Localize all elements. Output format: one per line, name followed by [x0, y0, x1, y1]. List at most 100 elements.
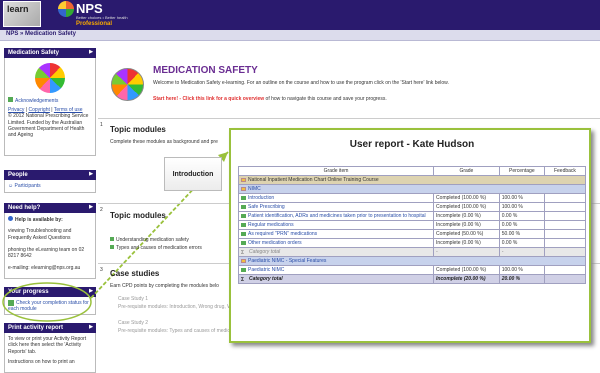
module-link[interactable]: Understanding medication safety [110, 237, 189, 243]
start-link-text: Start here! - Click this link for a quic… [153, 96, 265, 102]
activity-icon [241, 195, 246, 200]
category-cell: Paediatric NIMC - Special Features [238, 256, 586, 266]
module-link-label: Types and causes of medication errors [116, 245, 202, 251]
sigma-icon: Σ [241, 276, 245, 283]
activity-icon [241, 213, 246, 218]
percentage-cell: 20.00 % [498, 274, 545, 284]
module-link-label: Understanding medication safety [116, 237, 189, 243]
section-number: 3 [100, 267, 103, 273]
grade-item-link[interactable]: Introduction [237, 193, 435, 203]
activity-icon [241, 222, 246, 227]
grade-item-label: Safe Prescribing [248, 204, 285, 210]
grade-item-label: Patient identification, ADRs and medicin… [248, 213, 426, 219]
activity-icon [241, 240, 246, 245]
category-total-row: Σ Category total - - [237, 247, 587, 257]
grade-cell: Completed (100.00 %) [433, 193, 500, 203]
category-row: NIMC [238, 184, 586, 194]
grade-item-link[interactable]: Regular medications [237, 220, 435, 230]
table-row: Patient identification, ADRs and medicin… [237, 211, 587, 221]
feedback-cell [543, 202, 587, 212]
highlight-ellipse [2, 282, 92, 322]
table-row: As required "PRN" medications Completed (… [237, 229, 587, 239]
module-icon [110, 245, 114, 249]
category-label: Paediatric NIMC - Special Features [248, 258, 327, 264]
start-rest-text: of how to navigate this course and save … [265, 96, 387, 102]
section-text: Earn CPD points by completing the module… [110, 283, 219, 289]
intro-text: Welcome to Medication Safety e-learning.… [153, 80, 449, 86]
table-row: Other medication orders Incomplete (0.00 … [237, 238, 587, 248]
percentage-cell: 0.00 % [498, 238, 545, 248]
case-study-prereq: Pre-requisite modules: Introduction, Wro… [118, 304, 234, 310]
grade-item-label: Regular medications [248, 222, 294, 228]
activity-icon [241, 267, 246, 272]
percentage-cell: - [498, 247, 545, 257]
feedback-cell [543, 238, 587, 248]
total-label: Category total [249, 276, 283, 282]
course-globe-icon [111, 68, 144, 101]
grade-item-link[interactable]: Patient identification, ADRs and medicin… [237, 211, 435, 221]
percentage-cell: 100.00 % [498, 265, 545, 275]
grade-cell: Incomplete (20.00 %) [433, 274, 500, 284]
table-row: Paediatric NIMC Completed (100.00 %) 100.0… [237, 265, 587, 275]
grade-cell: - [433, 247, 500, 257]
table-header-row: Grade item Grade Percentage Feedback [237, 166, 587, 176]
report-title: User report - Kate Hudson [349, 139, 475, 150]
percentage-cell: 100.00 % [498, 202, 545, 212]
percentage-cell: 100.00 % [498, 193, 545, 203]
grade-item-link[interactable]: Other medication orders [237, 238, 435, 248]
start-here-link[interactable]: Start here! - Click this link for a quic… [153, 96, 387, 102]
module-icon [110, 237, 114, 241]
table-row: Introduction Completed (100.00 %) 100.00 % [237, 193, 587, 203]
col-header-percentage: Percentage [498, 166, 545, 176]
grade-table: Grade item Grade Percentage Feedback Nat… [237, 166, 587, 284]
grade-item-label: Other medication orders [248, 240, 302, 246]
grade-item-label: Paediatric NIMC [248, 267, 285, 273]
introduction-module-button[interactable]: Introduction [164, 157, 222, 191]
module-link[interactable]: Types and causes of medication errors [110, 245, 202, 251]
grade-item-link[interactable]: Paediatric NIMC [237, 265, 435, 275]
col-header-feedback: Feedback [543, 166, 587, 176]
total-label: Category total [249, 249, 281, 255]
grade-cell: Completed (50.00 %) [433, 229, 500, 239]
section-number: 2 [100, 207, 103, 213]
total-label-cell: Σ Category total [237, 247, 435, 257]
col-header-grade: Grade [433, 166, 500, 176]
page-title: MEDICATION SAFETY [153, 65, 258, 76]
col-header-grade-item: Grade item [237, 166, 435, 176]
category-label: NIMC [248, 186, 261, 192]
category-row: Paediatric NIMC - Special Features [238, 256, 586, 266]
case-study-link[interactable]: Case Study 2 [118, 320, 148, 326]
grade-cell: Completed (100.00 %) [433, 202, 500, 212]
section-title: Topic modules [110, 211, 166, 220]
section-text: Complete these modules as background and… [110, 139, 218, 145]
grade-item-label: As required "PRN" medications [248, 231, 318, 237]
user-report-popup: User report - Kate Hudson Grade item Gra… [229, 128, 591, 343]
case-study-link[interactable]: Case Study 1 [118, 296, 148, 302]
folder-icon [241, 177, 246, 182]
case-study-label: Case Study 1 [118, 296, 149, 302]
grade-cell: Incomplete (0.00 %) [433, 211, 500, 221]
grade-item-link[interactable]: Safe Prescribing [237, 202, 435, 212]
section-title: Topic modules [110, 125, 166, 134]
grade-cell: Incomplete (0.00 %) [433, 238, 500, 248]
folder-icon [241, 186, 246, 191]
feedback-cell [543, 211, 587, 221]
activity-icon [241, 231, 246, 236]
sigma-icon: Σ [241, 249, 245, 256]
course-cell: National Inpatient Medication Chart Onli… [238, 175, 586, 185]
category-total-row: Σ Category total Incomplete (20.00 %) 20.00… [237, 274, 587, 284]
course-label: National Inpatient Medication Chart Onli… [248, 177, 379, 183]
grade-cell: Completed (100.00 %) [433, 265, 500, 275]
feedback-cell [543, 220, 587, 230]
course-row: National Inpatient Medication Chart Onli… [238, 175, 586, 185]
percentage-cell: 0.00 % [498, 220, 545, 230]
feedback-cell [543, 265, 587, 275]
feedback-cell [543, 247, 587, 257]
feedback-cell [543, 229, 587, 239]
table-row: Safe Prescribing Completed (100.00 %) 100.… [237, 202, 587, 212]
module-label: Introduction [172, 171, 214, 178]
grade-item-link[interactable]: As required "PRN" medications [237, 229, 435, 239]
table-row: Regular medications Incomplete (0.00 %) 0.… [237, 220, 587, 230]
category-cell: NIMC [238, 184, 586, 194]
section-number: 1 [100, 122, 103, 128]
